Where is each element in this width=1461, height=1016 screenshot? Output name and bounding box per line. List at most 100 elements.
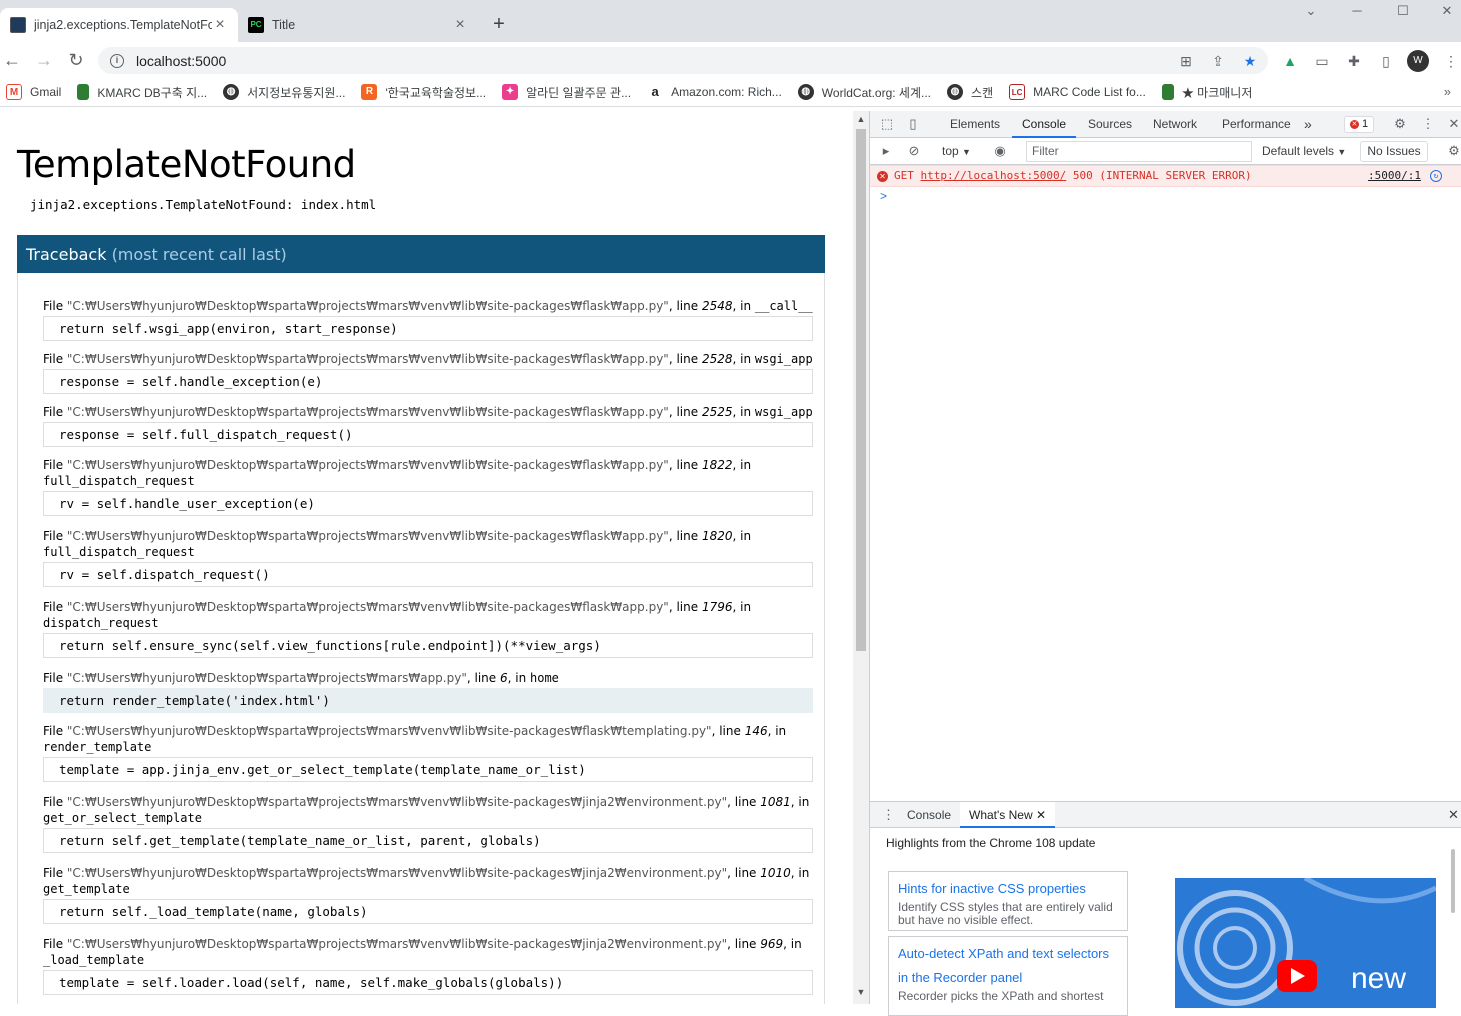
bookmark-markmanager[interactable]: ★ 마크매니저 [1161,84,1252,101]
frame-source-line[interactable]: return self._load_template(name, globals… [43,899,813,924]
frame-source-line[interactable]: template = self.loader.load(self, name, … [43,970,813,995]
traceback-frame[interactable]: File "C:₩Users₩hyunjuro₩Desktop₩sparta₩p… [43,298,813,341]
back-button[interactable]: ← [0,48,24,72]
traceback-frame[interactable]: File "C:₩Users₩hyunjuro₩Desktop₩sparta₩p… [43,599,813,658]
whats-new-card[interactable]: Auto-detect XPath and text selectors in … [888,936,1128,1016]
scrollbar-thumb[interactable] [1451,849,1455,913]
traceback-frame[interactable]: File "C:₩Users₩hyunjuro₩Desktop₩sparta₩p… [43,457,813,516]
close-drawer-icon[interactable]: ✕ [1448,807,1459,823]
extensions-icon[interactable]: ✚ [1345,52,1363,70]
whats-new-banner-image[interactable]: new [1175,878,1436,1008]
frame-source-line[interactable]: rv = self.handle_user_exception(e) [43,491,813,516]
drawer-menu-icon[interactable]: ⋮ [882,807,895,823]
settings-gear-icon[interactable]: ⚙ [1392,116,1408,132]
side-panel-icon[interactable]: ▯ [1377,52,1395,70]
live-expression-eye-icon[interactable]: ◉ [992,143,1008,159]
menu-icon[interactable]: ⋮ [1442,52,1460,70]
traceback-frame[interactable]: File "C:₩Users₩hyunjuro₩Desktop₩sparta₩p… [43,404,813,447]
bookmark-amazon[interactable]: a Amazon.com: Rich... [647,84,782,100]
sidebar-toggle-icon[interactable]: ▸ [878,143,894,159]
frame-source-line[interactable]: return render_template('index.html') [43,688,813,713]
close-window-button[interactable]: ✕ [1424,0,1461,22]
close-tab-icon[interactable]: × [212,16,228,34]
frame-source-line[interactable]: return self.wsgi_app(environ, start_resp… [43,316,813,341]
share-icon[interactable]: ⇪ [1209,52,1227,70]
console-settings-icon[interactable]: ⚙ [1446,143,1461,159]
console-prompt[interactable]: > [880,189,887,203]
bookmark-gmail[interactable]: M Gmail [6,84,61,100]
scrollbar-thumb[interactable] [856,129,866,651]
traceback-frame[interactable]: File "C:₩Users₩hyunjuro₩Desktop₩sparta₩p… [43,723,813,782]
issues-button[interactable]: No Issues [1360,141,1428,162]
bookmark-kmarc[interactable]: KMARC DB구축 지... [77,84,207,101]
more-bookmarks-icon[interactable]: » [1444,84,1451,99]
tab-title-page[interactable]: PC Title × [238,8,478,42]
frame-source-line[interactable]: return self.get_template(template_name_o… [43,828,813,853]
bookmark-riss[interactable]: R '한국교육학술정보... [361,84,486,101]
tab-sources[interactable]: Sources [1078,111,1142,138]
traceback-frame[interactable]: File "C:₩Users₩hyunjuro₩Desktop₩sparta₩p… [43,794,813,853]
bookmark-scan[interactable]: ◍ 스캔 [947,84,993,101]
whats-new-card[interactable]: Hints for inactive CSS properties Identi… [888,871,1128,931]
frame-source-line[interactable]: template = app.jinja_env.get_or_select_t… [43,757,813,782]
clear-console-icon[interactable]: ⊘ [906,143,922,159]
context-selector[interactable]: top ▼ [942,144,971,158]
cast-icon[interactable]: ▭ [1313,52,1331,70]
scroll-down-icon[interactable]: ▼ [853,987,869,997]
new-tab-button[interactable]: + [486,12,512,38]
reload-button[interactable]: ↻ [64,48,88,72]
frame-source-line[interactable]: response = self.full_dispatch_request() [43,422,813,447]
traceback-header: Traceback (most recent call last) [17,235,825,273]
frame-source-line[interactable]: rv = self.dispatch_request() [43,562,813,587]
google-drive-icon[interactable]: ▲ [1281,52,1299,70]
tab-console[interactable]: Console [1012,111,1077,138]
bookmark-seoji[interactable]: ◍ 서지정보유통지원... [223,84,345,101]
traceback-frame[interactable]: File "C:₩Users₩hyunjuro₩Desktop₩sparta₩p… [43,351,813,394]
frame-source-line[interactable]: return self.ensure_sync(self.view_functi… [43,633,813,658]
error-count-badge[interactable]: ✕ 1 [1344,116,1374,133]
address-bar[interactable]: i localhost:5000 [98,47,1268,74]
tab-network[interactable]: Network [1143,111,1207,138]
request-url-link[interactable]: http://localhost:5000/ [921,169,1067,182]
card-title[interactable]: Hints for inactive CSS properties [898,877,1118,901]
tab-active[interactable]: jinja2.exceptions.TemplateNotFo × [0,8,238,42]
site-info-icon[interactable]: i [110,53,124,68]
minimize-button[interactable]: ─ [1334,0,1380,22]
maximize-button[interactable]: ☐ [1380,0,1426,22]
frame-function: wsgi_app [754,405,813,419]
traceback-frame[interactable]: File "C:₩Users₩hyunjuro₩Desktop₩sparta₩p… [43,670,813,713]
bookmark-worldcat[interactable]: ◍ WorldCat.org: 세계... [797,84,931,101]
close-devtools-icon[interactable]: ✕ [1446,116,1461,132]
traceback-frame[interactable]: File "C:₩Users₩hyunjuro₩Desktop₩sparta₩p… [43,528,813,587]
bookmark-label: Gmail [30,85,62,99]
drawer-tab-whats-new[interactable]: What's New ✕ [960,802,1056,828]
close-icon[interactable]: ✕ [1036,808,1046,822]
bookmark-aladin[interactable]: ✦ 알라딘 일괄주문 관... [502,84,631,101]
inspect-element-icon[interactable]: ⬚ [879,116,895,132]
network-globe-icon[interactable]: ↻ [1430,170,1442,182]
frame-function: wsgi_app [754,352,813,366]
drawer-tab-console[interactable]: Console [898,802,960,828]
bookmark-marc-code[interactable]: LC MARC Code List fo... [1009,84,1146,100]
frame-source-line[interactable]: response = self.handle_exception(e) [43,369,813,394]
tab-search-icon[interactable]: ⌄ [1288,0,1334,22]
profile-avatar-icon[interactable]: W [1407,50,1429,72]
traceback-frame[interactable]: File "C:₩Users₩hyunjuro₩Desktop₩sparta₩p… [43,936,813,995]
page-scrollbar[interactable]: ▲ ▼ [853,111,869,1004]
drawer-scrollbar[interactable] [1450,837,1456,1005]
more-tabs-icon[interactable]: » [1294,111,1322,138]
close-tab-icon[interactable]: × [452,16,468,34]
console-filter-input[interactable]: Filter [1026,141,1252,162]
log-levels-dropdown[interactable]: Default levels ▼ [1254,141,1352,162]
card-title[interactable]: Auto-detect XPath and text selectors in … [898,942,1118,990]
forward-button[interactable]: → [32,48,56,72]
translate-icon[interactable]: ⊞ [1177,52,1195,70]
more-options-icon[interactable]: ⋮ [1420,116,1436,132]
device-toolbar-icon[interactable]: ▯ [905,116,921,132]
tab-elements[interactable]: Elements [940,111,1010,138]
scroll-up-icon[interactable]: ▲ [853,114,869,124]
source-link[interactable]: :5000/:1 [1368,166,1421,186]
tab-performance[interactable]: Performance [1212,111,1301,138]
bookmark-star-icon[interactable]: ★ [1241,52,1259,70]
traceback-frame[interactable]: File "C:₩Users₩hyunjuro₩Desktop₩sparta₩p… [43,865,813,924]
